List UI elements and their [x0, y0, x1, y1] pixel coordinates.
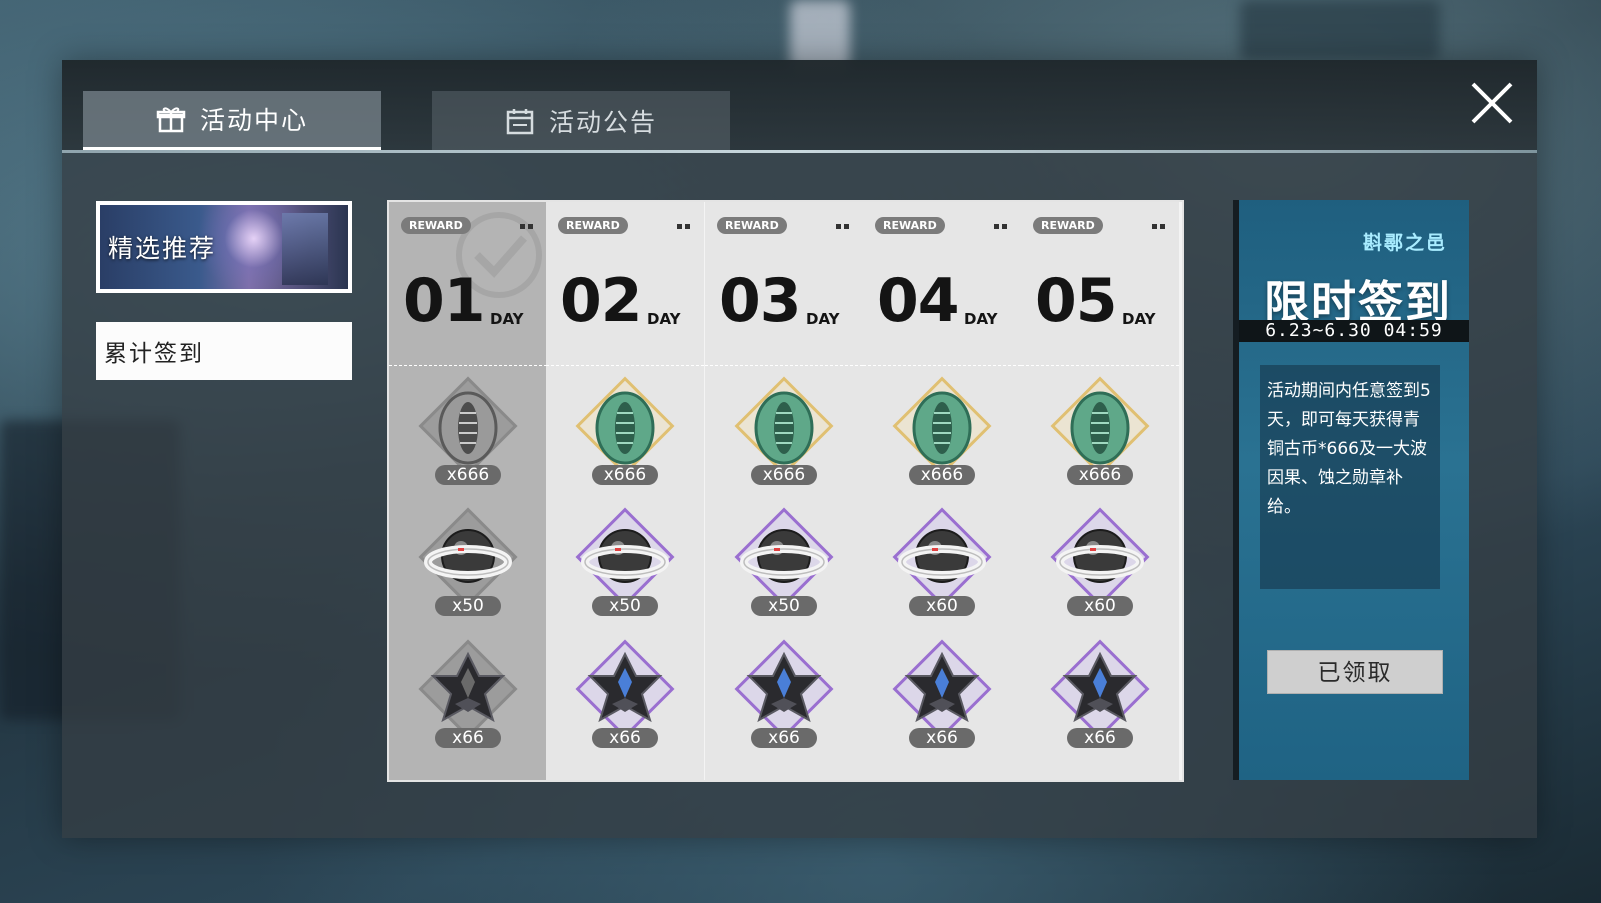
reward-item[interactable]: x60	[889, 507, 995, 626]
reward-item[interactable]: x666	[731, 376, 837, 495]
reward-item[interactable]: x66	[889, 639, 995, 758]
day-column[interactable]: REWARD 05 DAY x666 x60 x66	[1021, 202, 1179, 780]
item-quantity: x666	[435, 465, 501, 485]
more-icon	[994, 224, 1007, 229]
item-quantity: x666	[1067, 465, 1133, 485]
gift-icon	[156, 107, 186, 133]
reward-item[interactable]: x66	[1047, 639, 1153, 758]
reward-item[interactable]: x60	[1047, 507, 1153, 626]
calendar-icon	[506, 109, 534, 135]
reward-item[interactable]: x666	[415, 376, 521, 495]
day-header: REWARD 04 DAY	[863, 202, 1021, 366]
reward-item[interactable]: x50	[572, 507, 678, 626]
reward-item[interactable]: x666	[572, 376, 678, 495]
reward-item[interactable]: x50	[731, 507, 837, 626]
bronze-coin-icon	[912, 391, 972, 465]
item-quantity: x666	[592, 465, 658, 485]
orb-ring-icon	[581, 529, 669, 583]
item-quantity: x66	[909, 728, 975, 748]
tab-divider	[62, 150, 1537, 153]
event-city: 斟鄩之邑	[1362, 232, 1447, 254]
reward-tag: REWARD	[875, 217, 945, 234]
event-center-panel: 活动中心 活动公告 精选推荐 累计签到 REWARD 01 DAY x666 x…	[62, 60, 1537, 838]
background-skyline	[1240, 0, 1440, 60]
reward-item[interactable]: x66	[731, 639, 837, 758]
item-quantity: x60	[1067, 596, 1133, 616]
item-quantity: x60	[909, 596, 975, 616]
item-quantity: x50	[592, 596, 658, 616]
event-description: 活动期间内任意签到5天，即可每天获得青铜古币*666及一大波因果、蚀之勋章补给。	[1260, 365, 1440, 589]
reward-item[interactable]: x66	[572, 639, 678, 758]
item-quantity: x50	[435, 596, 501, 616]
claimed-button[interactable]: 已领取	[1267, 650, 1443, 694]
day-label: DAY	[490, 310, 524, 328]
day-column[interactable]: REWARD 01 DAY x666 x50 x66	[389, 202, 547, 780]
more-icon	[836, 224, 849, 229]
tab-event-center[interactable]: 活动中心	[83, 91, 381, 151]
bronze-coin-icon	[438, 391, 498, 465]
item-quantity: x66	[592, 728, 658, 748]
dark-crystal-icon	[430, 651, 506, 723]
day-column[interactable]: REWARD 03 DAY x666 x50 x66	[705, 202, 863, 780]
item-quantity: x66	[435, 728, 501, 748]
day-column[interactable]: REWARD 04 DAY x666 x60 x66	[863, 202, 1021, 780]
more-icon	[1152, 224, 1165, 229]
sidebar-item-checkin[interactable]: 累计签到	[96, 322, 352, 380]
item-quantity: x666	[751, 465, 817, 485]
day-number: 01	[403, 266, 485, 336]
day-column[interactable]: REWARD 02 DAY x666 x50 x66	[546, 202, 704, 780]
reward-item[interactable]: x50	[415, 507, 521, 626]
bronze-coin-icon	[1070, 391, 1130, 465]
day-header: REWARD 05 DAY	[1021, 202, 1179, 366]
day-label: DAY	[806, 310, 840, 328]
reward-tag: REWARD	[558, 217, 628, 234]
day-label: DAY	[647, 310, 681, 328]
reward-tag: REWARD	[717, 217, 787, 234]
item-quantity: x50	[751, 596, 817, 616]
orb-ring-icon	[740, 529, 828, 583]
reward-item[interactable]: x666	[889, 376, 995, 495]
item-quantity: x666	[909, 465, 975, 485]
day-number: 03	[719, 266, 801, 336]
day-header: REWARD 02 DAY	[546, 202, 704, 366]
orb-ring-icon	[1056, 529, 1144, 583]
orb-ring-icon	[898, 529, 986, 583]
close-icon[interactable]	[1469, 80, 1515, 126]
tab-announcements[interactable]: 活动公告	[432, 91, 730, 151]
item-quantity: x66	[751, 728, 817, 748]
checkin-calendar: REWARD 01 DAY x666 x50 x66 REWARD 02 DAY…	[387, 200, 1184, 782]
event-date-range: 6.23~6.30 04:59	[1239, 320, 1469, 342]
day-header: REWARD 03 DAY	[705, 202, 863, 366]
bronze-coin-icon	[754, 391, 814, 465]
dark-crystal-icon	[904, 651, 980, 723]
day-header: REWARD 01 DAY	[389, 202, 547, 366]
event-info-panel: 斟鄩之邑 限时签到 6.23~6.30 04:59 活动期间内任意签到5天，即可…	[1233, 200, 1469, 780]
day-label: DAY	[964, 310, 998, 328]
featured-banner-art	[282, 213, 328, 285]
dark-crystal-icon	[1062, 651, 1138, 723]
day-number: 02	[560, 266, 642, 336]
dark-crystal-icon	[746, 651, 822, 723]
orb-ring-icon	[424, 529, 512, 583]
dark-crystal-icon	[587, 651, 663, 723]
reward-item[interactable]: x66	[415, 639, 521, 758]
bronze-coin-icon	[595, 391, 655, 465]
tab-announcements-label: 活动公告	[548, 108, 657, 137]
day-label: DAY	[1122, 310, 1156, 328]
item-quantity: x66	[1067, 728, 1133, 748]
reward-tag: REWARD	[401, 217, 471, 234]
sidebar-item-featured[interactable]: 精选推荐	[96, 201, 352, 293]
day-number: 05	[1035, 266, 1117, 336]
more-icon	[520, 224, 533, 229]
reward-tag: REWARD	[1033, 217, 1103, 234]
sidebar-item-label: 累计签到	[104, 341, 204, 367]
tab-event-center-label: 活动中心	[199, 106, 308, 135]
more-icon	[677, 224, 690, 229]
sidebar-item-label: 精选推荐	[108, 234, 217, 263]
reward-item[interactable]: x666	[1047, 376, 1153, 495]
day-number: 04	[877, 266, 959, 336]
